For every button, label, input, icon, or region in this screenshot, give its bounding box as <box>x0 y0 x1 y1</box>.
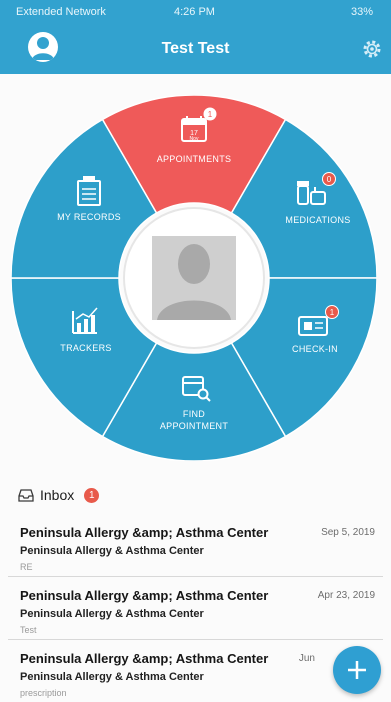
inbox-label: Inbox <box>40 487 75 503</box>
message-org: Peninsula Allergy & Asthma Center <box>20 671 204 683</box>
calendar-month: Nov <box>190 136 199 142</box>
message-subject: Test <box>20 625 37 635</box>
appointments-label: APPOINTMENTS <box>157 154 232 164</box>
plus-icon <box>348 661 366 679</box>
inbox-header[interactable]: Inbox 1 <box>18 485 100 505</box>
gear-icon[interactable] <box>361 38 383 60</box>
message-org: Peninsula Allergy & Asthma Center <box>20 545 204 557</box>
check-in-badge-count: 1 <box>330 308 335 317</box>
check-in-label: CHECK-IN <box>292 344 338 354</box>
message-date: Apr 23, 2019 <box>317 590 375 601</box>
message-row[interactable]: Peninsula Allergy &amp; Asthma Center Se… <box>8 514 383 577</box>
page-title: Test Test <box>161 40 230 57</box>
status-bar: Extended Network 4:26 PM 33% <box>0 0 391 26</box>
message-row[interactable]: Peninsula Allergy &amp; Asthma Center Ap… <box>8 577 383 640</box>
medications-badge-count: 0 <box>327 175 332 184</box>
inbox-tray-icon <box>18 489 34 502</box>
message-sender: Peninsula Allergy &amp; Asthma Center <box>20 651 269 666</box>
message-row[interactable]: Peninsula Allergy &amp; Asthma Center Ju… <box>8 640 383 702</box>
find-appointment-label-line2: APPOINTMENT <box>160 421 229 431</box>
medications-label: MEDICATIONS <box>285 215 350 225</box>
find-appointment-label-line1: FIND <box>183 409 205 419</box>
message-subject: RE <box>20 562 33 572</box>
main-menu-dial: 17 Nov 1 APPOINTMENTS 0 MEDICATIONS 1 CH… <box>11 95 377 461</box>
my-records-label: MY RECORDS <box>57 212 121 222</box>
message-date: Jun <box>298 653 315 664</box>
message-sender: Peninsula Allergy &amp; Asthma Center <box>20 525 269 540</box>
carrier-label: Extended Network <box>16 6 106 18</box>
message-sender: Peninsula Allergy &amp; Asthma Center <box>20 588 269 603</box>
trackers-label: TRACKERS <box>60 343 111 353</box>
clock: 4:26 PM <box>174 6 215 18</box>
app-header: Test Test <box>0 26 391 74</box>
message-subject: prescription <box>20 688 67 698</box>
message-org: Peninsula Allergy & Asthma Center <box>20 608 204 620</box>
message-date: Sep 5, 2019 <box>321 527 375 538</box>
inbox-badge: 1 <box>84 487 100 503</box>
battery-level: 33% <box>350 6 373 18</box>
compose-button[interactable] <box>333 646 381 694</box>
appointments-badge-count: 1 <box>208 110 213 119</box>
